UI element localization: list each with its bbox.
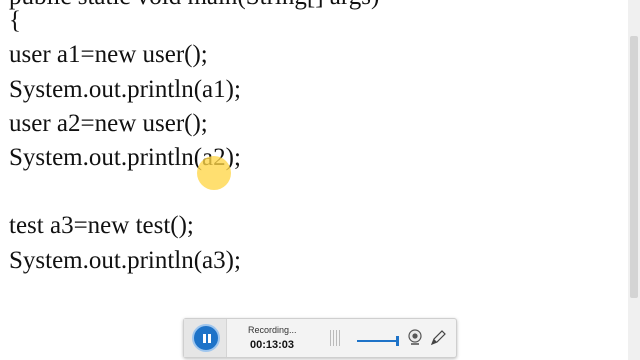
vertical-scrollbar[interactable] [628,0,640,360]
volume-slider[interactable] [357,340,399,342]
webcam-icon[interactable] [407,329,423,347]
scrollbar-thumb[interactable] [630,36,638,298]
pause-icon[interactable] [192,324,220,352]
pause-area [184,319,227,357]
code-line-3: System.out.println(a1); [9,76,241,103]
code-line-8: System.out.println(a3); [9,247,241,274]
code-line-2: user a1=new user(); [9,41,208,68]
drag-handle-icon[interactable] [330,330,340,346]
code-line-partial: public static void main(String[] args) [9,0,379,12]
recording-status: Recording... [248,325,297,335]
recording-toolbar: Recording... 00:13:03 [183,318,457,358]
recording-time: 00:13:03 [250,339,295,351]
pencil-icon[interactable] [429,329,447,347]
cursor-highlight [197,156,231,190]
code-line-4: user a2=new user(); [9,110,208,137]
code-editor[interactable]: public static void main(String[] args) {… [0,0,628,360]
volume-slider-handle[interactable] [396,336,399,346]
code-line-1: { [9,7,21,34]
code-line-7: test a3=new test(); [9,212,194,239]
